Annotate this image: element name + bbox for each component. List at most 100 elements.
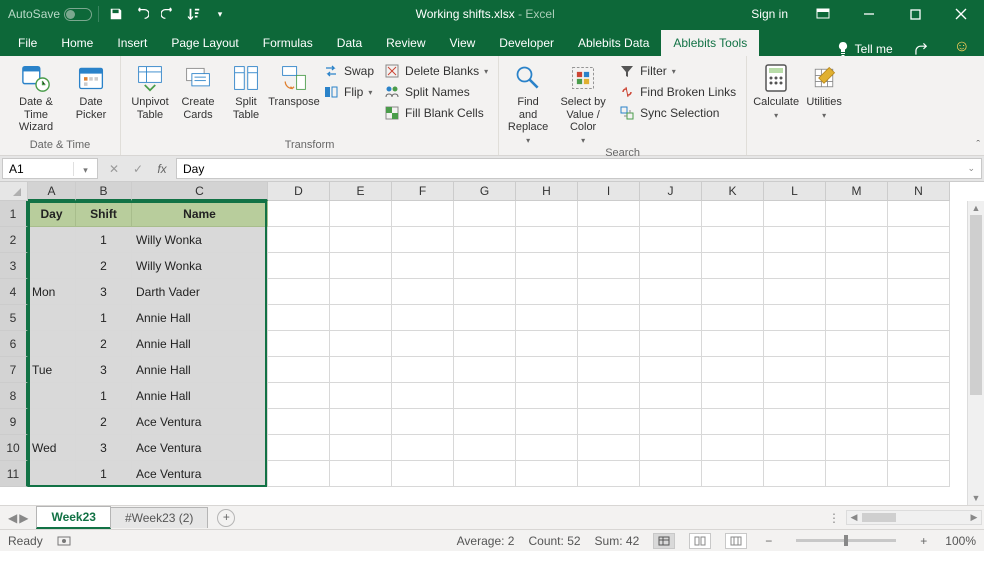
tab-review[interactable]: Review [374,30,437,56]
feedback-smiley-icon[interactable]: ☺ [940,38,984,56]
col-header[interactable]: H [516,182,578,201]
row-header[interactable]: 1 [0,201,28,227]
cell[interactable] [28,305,76,331]
cell[interactable] [640,357,702,383]
cell[interactable] [702,461,764,487]
cell[interactable] [640,253,702,279]
undo-icon[interactable] [131,3,153,25]
cell[interactable] [330,279,392,305]
cell[interactable] [702,201,764,227]
col-header[interactable]: J [640,182,702,201]
cell[interactable] [702,383,764,409]
save-icon[interactable] [105,3,127,25]
cell[interactable]: Name [132,201,268,227]
insert-function-icon[interactable]: fx [150,162,174,176]
cell[interactable] [764,461,826,487]
cell[interactable]: Willy Wonka [132,253,268,279]
cell[interactable] [764,201,826,227]
cell[interactable] [330,383,392,409]
cell[interactable] [578,409,640,435]
row-header[interactable]: 3 [0,253,28,279]
sign-in-link[interactable]: Sign in [739,7,800,21]
cell[interactable] [764,279,826,305]
cell[interactable] [28,253,76,279]
cell[interactable] [888,461,950,487]
col-header[interactable]: E [330,182,392,201]
vertical-scrollbar[interactable]: ▲ ▼ [967,201,984,505]
minimize-icon[interactable] [846,0,892,28]
col-header[interactable]: L [764,182,826,201]
cell[interactable] [516,357,578,383]
cell[interactable] [826,331,888,357]
cell[interactable] [516,227,578,253]
tab-page-layout[interactable]: Page Layout [159,30,250,56]
split-names-button[interactable]: Split Names [380,83,492,101]
scroll-down-icon[interactable]: ▼ [968,491,984,505]
cell[interactable]: 3 [76,357,132,383]
cell[interactable]: Wed [28,435,76,461]
macro-record-icon[interactable] [57,535,71,547]
cell[interactable] [578,279,640,305]
cell[interactable]: Annie Hall [132,331,268,357]
cell[interactable] [702,253,764,279]
cell[interactable] [392,253,454,279]
col-header[interactable]: F [392,182,454,201]
cell[interactable]: Shift [76,201,132,227]
cell[interactable] [578,253,640,279]
tab-formulas[interactable]: Formulas [251,30,325,56]
cell[interactable] [640,435,702,461]
cell[interactable] [826,383,888,409]
name-box-input[interactable] [3,162,73,176]
tab-data[interactable]: Data [325,30,374,56]
formula-input[interactable]: Day ⌄ [176,158,982,179]
cell[interactable] [392,227,454,253]
cell[interactable]: 2 [76,253,132,279]
cell[interactable] [702,305,764,331]
cell[interactable] [454,461,516,487]
collapse-ribbon-icon[interactable]: ˆ [976,139,980,151]
zoom-slider[interactable] [796,539,896,542]
cell[interactable] [702,435,764,461]
cell[interactable] [268,461,330,487]
cell[interactable] [578,305,640,331]
cell[interactable] [578,357,640,383]
cell[interactable] [888,305,950,331]
cell[interactable]: Annie Hall [132,305,268,331]
view-page-break-icon[interactable] [725,533,747,549]
cell[interactable] [392,201,454,227]
cell[interactable] [454,279,516,305]
cell[interactable] [826,253,888,279]
tab-ablebits-tools[interactable]: Ablebits Tools [661,30,759,56]
sheet-tab-week23-2[interactable]: #Week23 (2) [110,507,208,528]
cell[interactable] [826,357,888,383]
cell[interactable]: 2 [76,331,132,357]
cell[interactable] [392,461,454,487]
cell[interactable] [268,331,330,357]
cell[interactable] [702,409,764,435]
expand-formula-bar-icon[interactable]: ⌄ [961,163,975,174]
scroll-thumb[interactable] [862,513,896,522]
cell[interactable] [454,435,516,461]
cell[interactable]: Day [28,201,76,227]
cell[interactable] [578,201,640,227]
scroll-right-icon[interactable]: ▶ [967,511,981,524]
tab-ablebits-data[interactable]: Ablebits Data [566,30,661,56]
date-time-wizard-button[interactable]: Date & Time Wizard [6,60,66,134]
name-box-dropdown-icon[interactable]: ▾ [73,162,97,176]
cell[interactable] [454,227,516,253]
zoom-in-icon[interactable]: + [916,534,931,548]
cell[interactable] [826,201,888,227]
cell[interactable] [330,305,392,331]
cell[interactable] [764,331,826,357]
worksheet-grid[interactable]: A B C D E F G H I J K L M N 1DayShiftNam… [0,182,984,505]
cell[interactable] [330,201,392,227]
cell[interactable] [516,461,578,487]
transpose-button[interactable]: Transpose [271,60,317,122]
cell[interactable] [268,279,330,305]
cell[interactable] [826,409,888,435]
col-header[interactable]: M [826,182,888,201]
row-header[interactable]: 7 [0,357,28,383]
cell[interactable] [330,253,392,279]
select-all-corner[interactable] [0,182,28,201]
cell[interactable] [764,357,826,383]
